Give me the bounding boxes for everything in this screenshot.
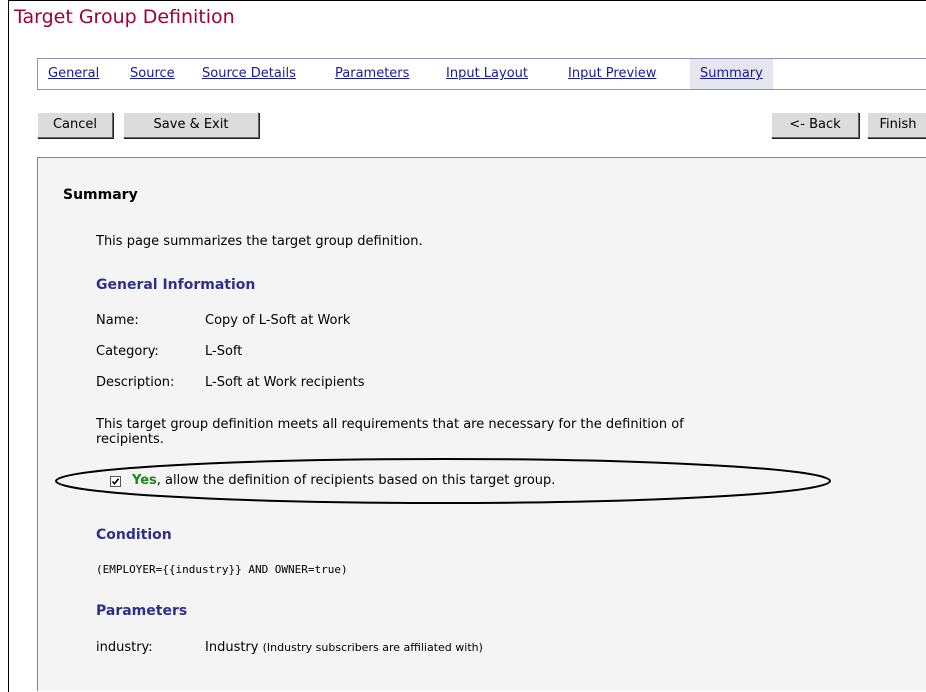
requirements-text-line1: This target group definition meets all r… <box>96 417 684 432</box>
tab-parameters[interactable]: Parameters <box>335 59 409 89</box>
parameter-label-text: Industry <box>205 640 259 655</box>
allow-recipients-label[interactable]: Yes, allow the definition of recipients … <box>132 473 555 488</box>
page-title: Target Group Definition <box>14 6 235 28</box>
checkmark-icon <box>111 478 120 486</box>
tab-input-layout[interactable]: Input Layout <box>446 59 528 89</box>
tab-source-details[interactable]: Source Details <box>202 59 296 89</box>
condition-expression: (EMPLOYER={{industry}} AND OWNER=true) <box>96 563 348 576</box>
description-label: Description: <box>96 375 175 390</box>
tab-source[interactable]: Source <box>130 59 175 89</box>
name-label: Name: <box>96 313 139 328</box>
finish-button[interactable]: Finish <box>867 112 926 138</box>
summary-heading: Summary <box>63 187 138 203</box>
parameters-heading: Parameters <box>96 603 188 619</box>
tab-input-preview[interactable]: Input Preview <box>568 59 656 89</box>
category-value: L-Soft <box>205 344 243 359</box>
tab-bar: General Source Source Details Parameters… <box>37 58 926 90</box>
allow-recipients-checkbox[interactable] <box>110 476 121 487</box>
back-button[interactable]: <- Back <box>771 112 859 138</box>
condition-heading: Condition <box>96 527 172 543</box>
yes-label: Yes <box>132 473 157 488</box>
general-info-heading: General Information <box>96 277 256 293</box>
parameter-label: Industry (Industry subscribers are affil… <box>205 640 483 655</box>
tab-general[interactable]: General <box>48 59 99 89</box>
allow-recipients-text: , allow the definition of recipients bas… <box>156 473 556 488</box>
description-value: L-Soft at Work recipients <box>205 375 365 390</box>
name-value: Copy of L-Soft at Work <box>205 313 351 328</box>
parameter-name: industry: <box>96 640 153 655</box>
requirements-text-line2: recipients. <box>96 432 164 447</box>
summary-panel: Summary This page summarizes the target … <box>37 157 926 691</box>
summary-intro: This page summarizes the target group de… <box>96 234 423 249</box>
save-exit-button[interactable]: Save & Exit <box>123 112 259 138</box>
tab-summary[interactable]: Summary <box>690 59 773 89</box>
parameter-description: (Industry subscribers are affiliated wit… <box>262 641 483 654</box>
category-label: Category: <box>96 344 159 359</box>
cancel-button[interactable]: Cancel <box>37 112 113 138</box>
